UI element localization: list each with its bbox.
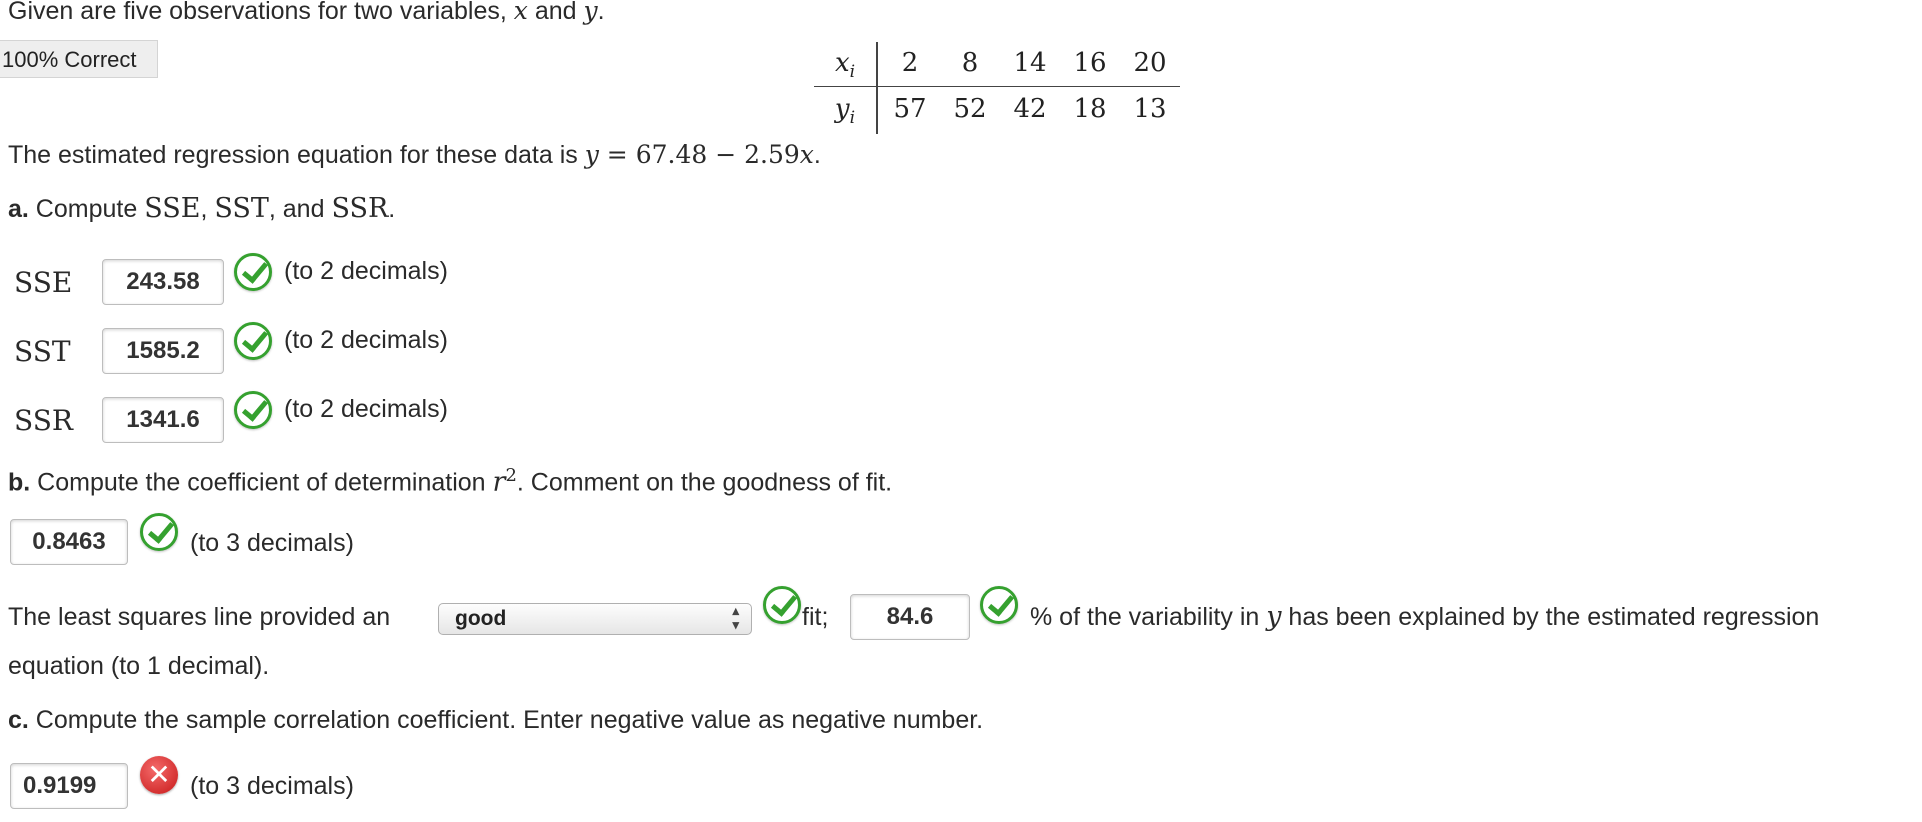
table-hline [814,86,1180,87]
fit-sentence-start: The least squares line provided an [8,603,391,631]
part-b-exp: 2 [505,465,517,486]
part-c-label: c. [8,706,29,734]
table-vline [876,42,878,134]
after-percent-text: % of the variability in [1030,603,1267,631]
percent-input[interactable]: 84.6 [850,594,970,640]
sse-label: SSE [14,266,73,299]
y-cell: 42 [1013,94,1047,124]
part-a-heading: a. Compute SSE, SST, and SSR. [8,194,395,224]
score-badge: 100% Correct [0,40,158,78]
y-cell: 57 [893,94,927,124]
sse-note: (to 2 decimals) [284,257,448,285]
sentence-var-y: y [1266,601,1282,632]
part-a-term-sst: SST [214,193,269,224]
x-cell: 20 [1133,48,1167,78]
data-table: xi yi 2 8 14 16 20 57 52 42 18 13 [814,38,1180,134]
part-a-term-sse: SSE [144,193,201,224]
part-a-prompt: Compute [28,195,145,223]
part-b-prompt-after: . Comment on the goodness of fit. [516,468,893,497]
check-circle-icon [980,586,1018,624]
intro-var-x: x [513,0,528,25]
part-b-label: b. [8,468,31,497]
select-arrows-icon: ▴ ▾ [732,603,739,632]
sse-input[interactable]: 243.58 [102,259,224,305]
part-a-label: a. [8,195,29,223]
equation-end: . [813,141,821,169]
percent-sentence: % of the variability in y has been expla… [1030,602,1819,632]
ssr-input[interactable]: 1341.6 [102,397,224,443]
correlation-input[interactable]: 0.9199 [10,763,128,809]
ssr-note: (to 2 decimals) [284,395,448,423]
sst-label: SST [14,335,71,368]
ssr-label: SSR [14,404,73,437]
intro-var-y: y [583,0,598,25]
row-label-x-text: xi [834,48,856,83]
part-a-term-ssr: SSR [331,193,389,224]
check-circle-icon [140,513,178,551]
fit-select[interactable]: good ▴ ▾ [438,603,752,635]
equation-lhs: y [584,140,599,169]
r-squared-note: (to 3 decimals) [190,529,354,557]
intro-end: . [597,0,605,25]
y-cell: 52 [953,94,987,124]
after-var-text: has been explained by the estimated regr… [1281,603,1820,631]
part-b-heading: b. Compute the coefficient of determinat… [8,461,892,497]
part-b-prompt: Compute the coefficient of determination [30,468,493,497]
r-squared-input[interactable]: 0.8463 [10,519,128,565]
intro-mid: and [527,0,584,25]
fit-select-value: good [455,607,507,630]
x-cell: 2 [901,48,919,78]
sst-input[interactable]: 1585.2 [102,328,224,374]
intro-before: Given are five observations for two vari… [8,0,514,25]
correlation-note: (to 3 decimals) [190,772,354,800]
fit-sentence-line2: equation (to 1 decimal). [8,652,270,680]
equation-var: x [799,140,814,169]
row-label-y: yi [814,94,876,128]
equation-rhs: = 67.48 − 2.59 [598,140,800,169]
y-cell: 18 [1073,94,1107,124]
part-a-sep1: , [200,195,215,223]
y-cell: 13 [1133,94,1167,124]
x-cell: 16 [1073,48,1107,78]
part-c-heading: c. Compute the sample correlation coeffi… [8,705,983,735]
x-cell: 14 [1013,48,1047,78]
part-a-end: . [388,195,396,223]
check-circle-icon [234,322,272,360]
check-circle-icon [763,586,801,624]
part-c-prompt: Compute the sample correlation coefficie… [28,706,984,734]
x-cell: 8 [961,48,979,78]
row-label-x: xi [814,48,876,82]
row-label-y-text: yi [834,94,856,129]
x-circle-icon: ✕ [140,756,178,794]
check-circle-icon [234,253,272,291]
sst-note: (to 2 decimals) [284,326,448,354]
part-a-sep2: , and [268,195,332,223]
equation-text: The estimated regression equation for th… [8,140,821,170]
intro-text: Given are five observations for two vari… [8,0,605,26]
check-circle-icon [234,391,272,429]
equation-before: The estimated regression equation for th… [8,141,585,169]
fit-word: fit; [802,603,829,631]
part-b-r: r [492,466,506,498]
